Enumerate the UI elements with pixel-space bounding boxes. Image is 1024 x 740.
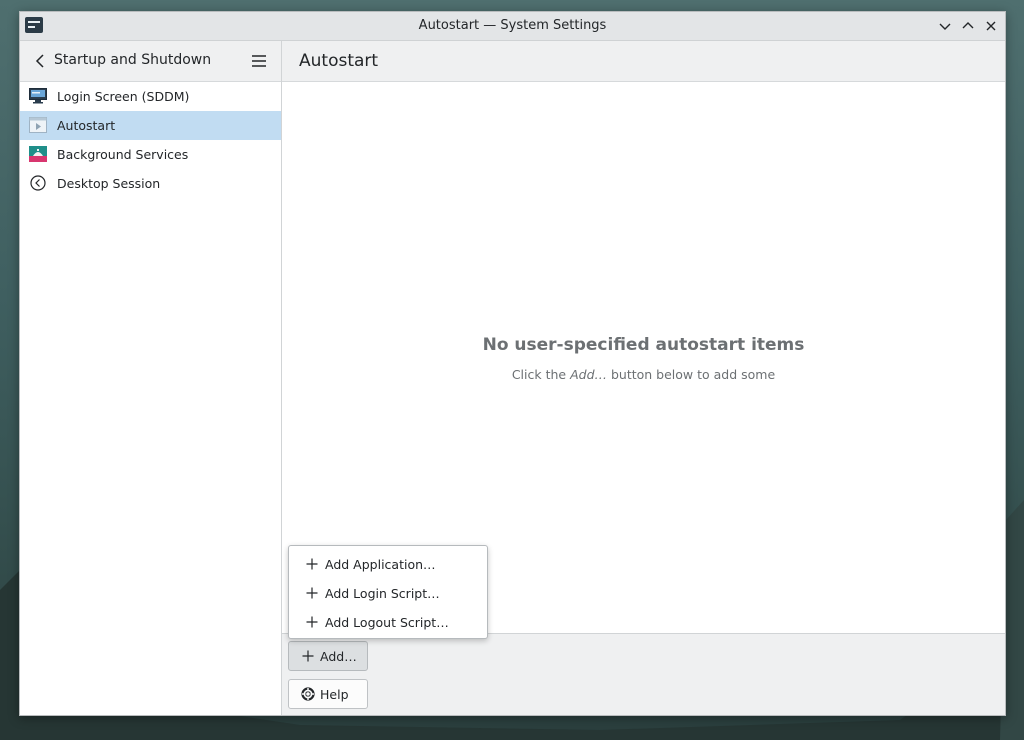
chevron-left-icon <box>35 54 44 68</box>
monitor-icon <box>29 88 47 104</box>
empty-hint-add-word: Add… <box>570 367 607 382</box>
sidebar-header: Startup and Shutdown <box>20 41 281 82</box>
help-button[interactable]: Help <box>288 679 368 709</box>
menu-item-add-login-script[interactable]: Add Login Script… <box>289 578 487 607</box>
add-dropdown-menu: Add Application… Add Login Script… Add L… <box>288 545 488 639</box>
title-bar: Autostart — System Settings <box>20 12 1005 41</box>
menu-item-add-logout-script[interactable]: Add Logout Script… <box>289 607 487 636</box>
sidebar-item-login-screen[interactable]: Login Screen (SDDM) <box>20 82 281 111</box>
close-button[interactable] <box>981 16 1001 36</box>
empty-hint-prefix: Click the <box>511 367 571 382</box>
hamburger-menu-icon <box>252 55 266 67</box>
empty-state-title: No user-specified autostart items <box>482 335 805 355</box>
help-lifebuoy-icon <box>301 687 315 701</box>
sidebar-item-autostart[interactable]: Autostart <box>20 111 281 140</box>
help-button-label: Help <box>320 687 349 702</box>
sidebar-item-background-services[interactable]: Background Services <box>20 140 281 169</box>
sidebar-item-desktop-session[interactable]: Desktop Session <box>20 169 281 198</box>
menu-item-add-application[interactable]: Add Application… <box>289 549 487 578</box>
empty-state-hint: Click the Add… button below to add some <box>282 367 1005 382</box>
chevron-up-icon <box>962 22 974 29</box>
sidebar-item-label: Autostart <box>57 118 116 133</box>
plus-icon <box>306 616 318 628</box>
chevron-down-icon <box>939 23 951 30</box>
empty-hint-suffix: button below to add some <box>607 367 776 382</box>
plus-icon <box>306 587 318 599</box>
back-button[interactable] <box>30 51 50 71</box>
session-icon <box>30 175 46 191</box>
sidebar-item-label: Desktop Session <box>57 176 161 191</box>
sidebar-list: Login Screen (SDDM) Autostart Background… <box>20 82 281 198</box>
system-settings-window: Autostart — System Settings Startup and … <box>19 11 1006 716</box>
page-title: Autostart <box>299 51 379 71</box>
sidebar-title: Startup and Shutdown <box>54 52 212 68</box>
sidebar: Startup and Shutdown Login Screen (SDDM) <box>20 41 282 715</box>
add-button[interactable]: Add… <box>288 641 368 671</box>
footer-bar: Add… Help <box>282 634 1005 715</box>
hamburger-menu-button[interactable] <box>249 51 269 71</box>
menu-item-label: Add Login Script… <box>325 586 440 601</box>
maximize-button[interactable] <box>958 16 978 36</box>
services-icon <box>29 146 47 162</box>
add-button-label: Add… <box>320 649 357 664</box>
close-icon <box>986 21 996 31</box>
content-header: Autostart <box>282 41 1005 82</box>
autostart-icon <box>29 117 47 133</box>
menu-item-label: Add Logout Script… <box>325 615 449 630</box>
plus-icon <box>306 558 318 570</box>
window-title: Autostart — System Settings <box>418 18 607 33</box>
menu-item-label: Add Application… <box>325 557 436 572</box>
sidebar-item-label: Login Screen (SDDM) <box>57 89 190 104</box>
plus-icon <box>302 650 314 662</box>
minimize-button[interactable] <box>935 16 955 36</box>
sidebar-item-label: Background Services <box>57 147 189 162</box>
